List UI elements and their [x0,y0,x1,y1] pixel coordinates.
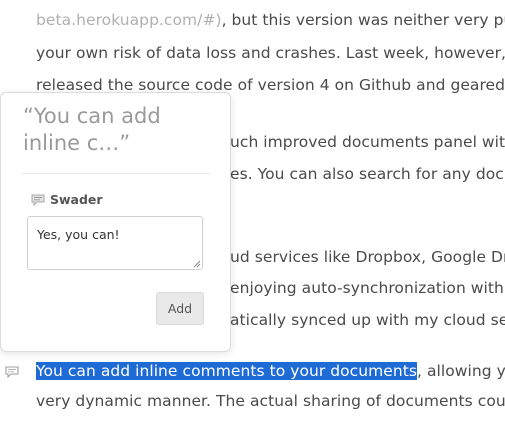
selected-text[interactable]: You can add inline comments to your docu… [36,362,417,380]
resize-grip-icon[interactable] [193,260,201,268]
doc-line-7: enjoying auto-synchronization with [230,273,504,303]
comment-input[interactable]: Yes, you can! [27,216,203,270]
doc-text: , allowing yo [417,362,505,380]
doc-text: uch improved documents panel with [230,133,505,151]
add-comment-button[interactable]: Add [156,292,204,325]
doc-line-5: es. You can also search for any docu [230,159,505,189]
doc-line-8: atically synced up with my cloud se [230,305,505,335]
doc-line-9: You can add inline comments to your docu… [36,356,505,386]
doc-text: , but this version was neither very publ [221,11,505,29]
doc-text: atically synced up with my cloud se [230,311,505,329]
doc-text: your own risk of data loss and crashes. … [36,44,505,62]
doc-line-2: your own risk of data loss and crashes. … [36,38,505,68]
comment-popup: “You can add inline c…” Swader Yes, you … [0,92,231,352]
doc-link[interactable]: beta.herokuapp.com/#) [36,11,222,29]
doc-text: enjoying auto-synchronization with [230,279,504,297]
doc-line-1: beta.herokuapp.com/#), but this version … [36,5,505,35]
doc-text: es. You can also search for any docu [230,165,505,183]
comment-icon[interactable] [5,366,19,378]
comment-author: Swader [31,192,103,207]
author-name: Swader [50,192,103,207]
doc-line-10: very dynamic manner. The actual sharing … [36,386,505,416]
doc-line-4: uch improved documents panel with [230,127,505,157]
doc-text: ud services like Dropbox, Google Dri [230,248,505,266]
comment-icon [31,194,45,206]
doc-line-6: ud services like Dropbox, Google Dri [230,242,505,272]
popup-title: “You can add inline c…” [23,104,161,155]
doc-text: very dynamic manner. The actual sharing … [36,392,505,410]
popup-divider [21,173,211,174]
